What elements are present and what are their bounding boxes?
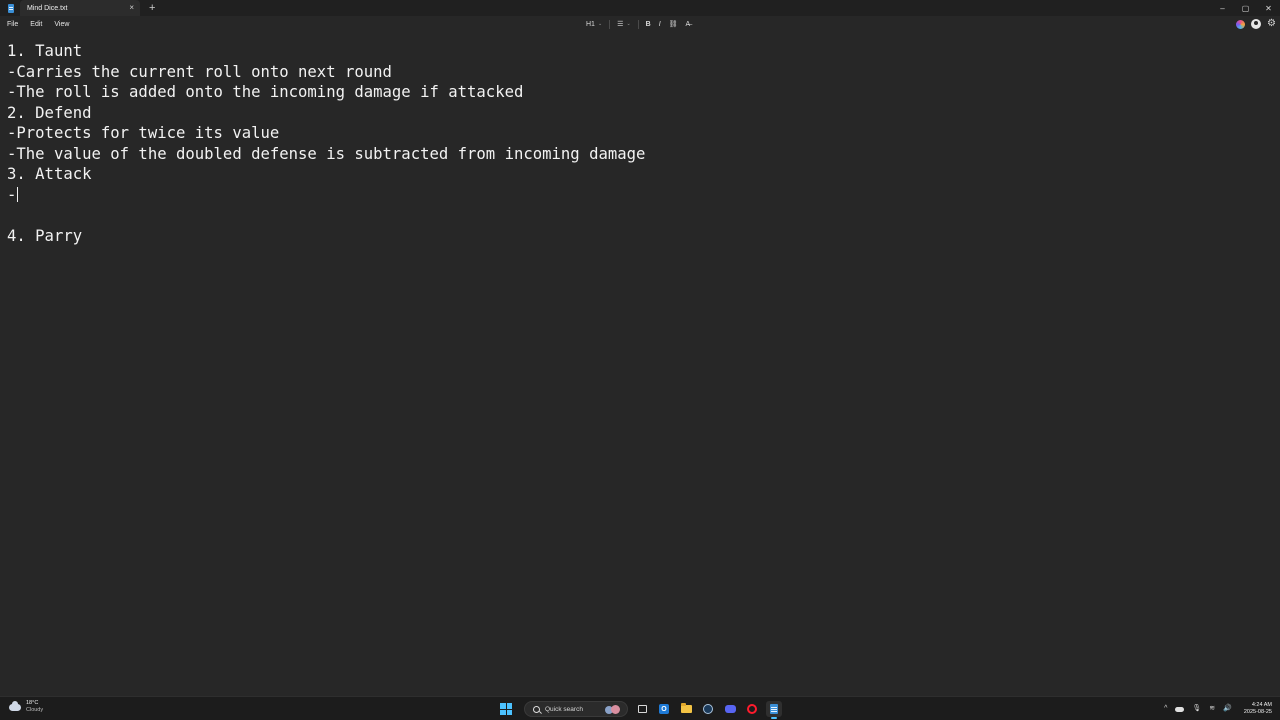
editor-line: -Protects for twice its value: [7, 124, 280, 142]
steam-button[interactable]: [700, 701, 716, 717]
tab-title: Mind Dice.txt: [27, 4, 68, 12]
heading-label: H1: [586, 20, 595, 28]
search-highlight-icon: [605, 705, 621, 714]
heading-dropdown[interactable]: H1 ⌄: [582, 16, 606, 32]
account-icon[interactable]: [1251, 19, 1262, 29]
window-controls: – ▢ ✕: [1211, 0, 1280, 16]
menu-edit[interactable]: Edit: [24, 21, 48, 28]
clock-time: 4:24 AM: [1251, 702, 1272, 708]
taskbar: 18°C Cloudy Quick search O ^ 🎙 ≋ 🔊 4:24 …: [0, 696, 1280, 720]
opera-icon: [747, 704, 757, 714]
search-icon: [533, 705, 540, 713]
notepad-app-icon: [8, 3, 14, 13]
taskbar-apps: Quick search O: [500, 699, 782, 719]
editor-line: 3. Attack: [7, 165, 92, 183]
maximize-button[interactable]: ▢: [1234, 0, 1257, 16]
taskbar-clock[interactable]: 4:24 AM 2025-08-25: [1244, 702, 1272, 716]
outlook-button[interactable]: O: [656, 701, 672, 717]
menu-file[interactable]: File: [1, 21, 24, 28]
link-button[interactable]: ⛓: [665, 16, 682, 32]
toolbar-divider: [637, 19, 639, 29]
task-view-button[interactable]: [634, 701, 650, 717]
tab-mind-dice[interactable]: Mind Dice.txt ×: [20, 0, 140, 16]
onedrive-icon[interactable]: [1175, 706, 1185, 712]
microphone-icon[interactable]: 🎙: [1192, 705, 1201, 713]
taskbar-search[interactable]: Quick search: [524, 701, 628, 717]
italic-button[interactable]: I: [655, 16, 665, 32]
close-button[interactable]: ✕: [1257, 0, 1280, 16]
clear-format-icon: A̶: [685, 20, 691, 28]
cloud-weather-icon: [9, 700, 21, 711]
editor-line-with-caret: -: [7, 185, 1280, 206]
bold-icon: B: [645, 20, 651, 28]
link-icon: ⛓: [668, 21, 678, 28]
text-caret: [17, 186, 19, 202]
task-view-icon: [637, 705, 647, 713]
tab-close-icon[interactable]: ×: [129, 3, 134, 13]
format-toolbar: H1 ⌄ ☰ ⌄ B I ⛓ A̶: [582, 16, 694, 32]
editor-line: 1. Taunt: [7, 42, 83, 60]
search-placeholder: Quick search: [545, 705, 583, 713]
chevron-down-icon: ⌄: [597, 21, 603, 27]
new-tab-button[interactable]: +: [149, 1, 155, 15]
title-bar: Mind Dice.txt × + – ▢ ✕: [0, 0, 1280, 16]
weather-widget[interactable]: 18°C Cloudy: [9, 700, 43, 714]
discord-button[interactable]: [722, 701, 738, 717]
chevron-down-icon: ⌄: [626, 21, 631, 27]
file-explorer-button[interactable]: [678, 701, 694, 717]
bold-button[interactable]: B: [642, 16, 655, 32]
text-editor[interactable]: 1. Taunt -Carries the current roll onto …: [0, 34, 1280, 696]
italic-icon: I: [658, 20, 661, 28]
minimize-button[interactable]: –: [1211, 0, 1234, 16]
show-hidden-icons-chevron-icon[interactable]: ^: [1164, 705, 1167, 713]
volume-icon[interactable]: 🔊: [1223, 705, 1232, 713]
steam-icon: [703, 704, 713, 714]
system-tray: ^ 🎙 ≋ 🔊 4:24 AM 2025-08-25: [1164, 699, 1272, 719]
list-dropdown[interactable]: ☰ ⌄: [613, 16, 634, 32]
editor-line: 2. Defend: [7, 103, 92, 122]
weather-condition: Cloudy: [26, 707, 44, 713]
folder-icon: [680, 703, 692, 713]
editor-line: 4. Parry: [7, 226, 83, 245]
editor-line: -Carries the current roll onto next roun…: [7, 62, 392, 81]
editor-line-text: -: [7, 185, 17, 204]
copilot-icon[interactable]: [1236, 19, 1246, 29]
gear-icon[interactable]: ⚙: [1267, 19, 1276, 29]
notepad-icon: [770, 704, 778, 714]
notepad-button[interactable]: [766, 701, 782, 719]
editor-line: -The value of the doubled defense is sub…: [7, 144, 646, 163]
menu-view[interactable]: View: [48, 21, 75, 28]
wifi-icon[interactable]: ≋: [1209, 705, 1215, 713]
titlebar-right-icons: ⚙: [1236, 16, 1276, 32]
clock-date: 2025-08-25: [1243, 709, 1272, 715]
windows-start-icon[interactable]: [500, 703, 512, 715]
weather-text: 18°C Cloudy: [26, 700, 43, 714]
list-icon: ☰: [617, 21, 624, 28]
discord-icon: [724, 705, 736, 713]
clear-formatting-button[interactable]: A̶: [682, 16, 695, 32]
toolbar-divider: [609, 19, 611, 29]
outlook-icon: O: [659, 704, 669, 714]
weather-temperature: 18°C: [26, 700, 39, 706]
editor-line: -The roll is added onto the incoming dam…: [7, 83, 524, 101]
opera-button[interactable]: [744, 701, 760, 717]
